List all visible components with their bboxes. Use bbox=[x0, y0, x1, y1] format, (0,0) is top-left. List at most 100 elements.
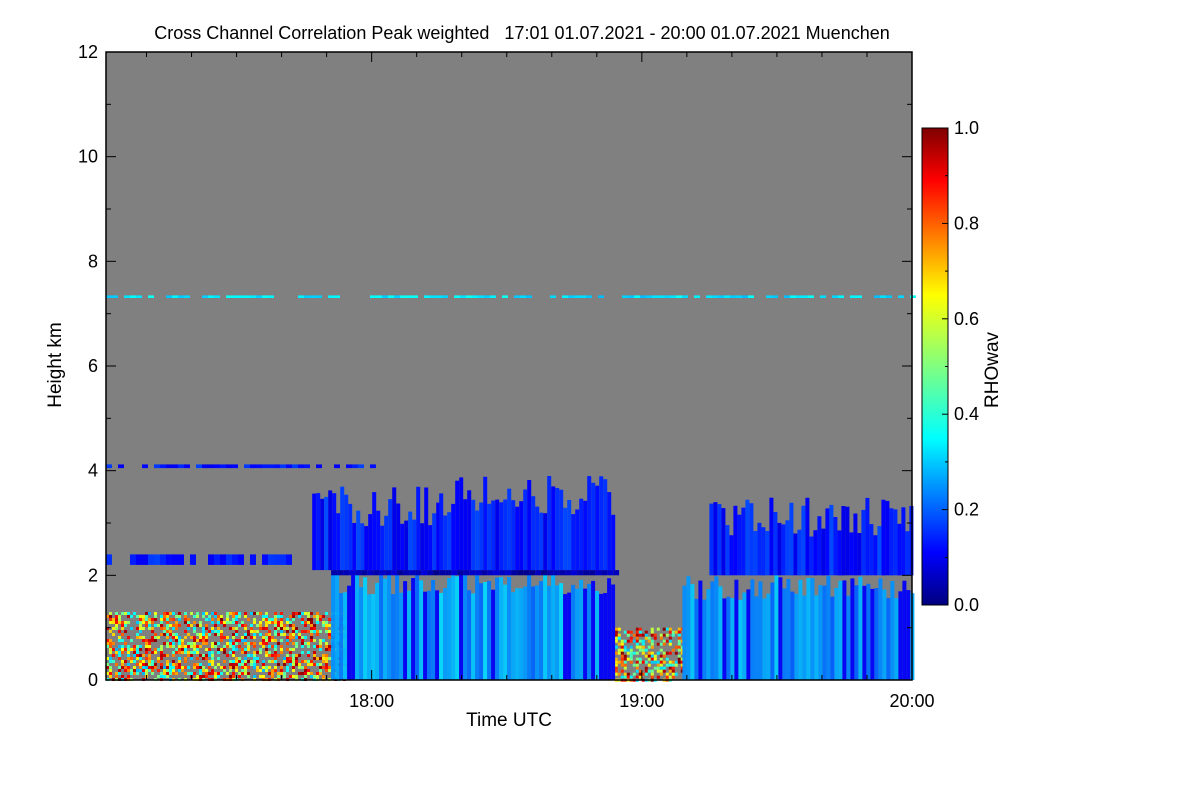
precip-streak bbox=[734, 579, 739, 680]
precip-streak bbox=[754, 596, 759, 680]
noise-pixel bbox=[205, 627, 208, 630]
layer-pixel bbox=[391, 570, 398, 576]
noise-pixel bbox=[253, 612, 256, 615]
noise-pixel bbox=[202, 633, 205, 636]
noise-pixel bbox=[647, 639, 651, 643]
x-tick-label: 18:00 bbox=[349, 691, 394, 711]
cloud-column bbox=[777, 522, 782, 576]
noise-pixel bbox=[208, 648, 211, 651]
noise-pixel bbox=[659, 654, 663, 658]
layer-pixel bbox=[349, 570, 356, 576]
noise-pixel bbox=[136, 672, 139, 675]
layer-pixel bbox=[562, 295, 568, 298]
noise-pixel bbox=[635, 663, 639, 667]
noise-pixel bbox=[154, 663, 157, 666]
noise-pixel bbox=[232, 621, 235, 624]
noise-pixel bbox=[289, 657, 292, 660]
noise-pixel bbox=[277, 633, 280, 636]
layer-pixel bbox=[388, 295, 394, 298]
layer-pixel bbox=[736, 295, 742, 298]
noise-pixel bbox=[623, 639, 627, 643]
noise-pixel bbox=[253, 663, 256, 666]
noise-pixel bbox=[226, 636, 229, 639]
noise-pixel bbox=[250, 654, 253, 657]
noise-pixel bbox=[142, 666, 145, 669]
noise-pixel bbox=[109, 645, 112, 648]
noise-pixel bbox=[268, 639, 271, 642]
cloud-column bbox=[352, 523, 357, 571]
noise-pixel bbox=[199, 645, 202, 648]
noise-pixel bbox=[124, 612, 127, 615]
noise-pixel bbox=[280, 615, 283, 618]
noise-pixel bbox=[301, 621, 304, 624]
noise-pixel bbox=[169, 642, 172, 645]
noise-pixel bbox=[328, 657, 331, 660]
noise-pixel bbox=[322, 666, 325, 669]
noise-pixel bbox=[235, 633, 238, 636]
noise-pixel bbox=[253, 657, 256, 660]
noise-pixel bbox=[653, 636, 657, 640]
noise-pixel bbox=[674, 672, 678, 676]
precip-streak bbox=[726, 596, 731, 680]
noise-pixel bbox=[262, 660, 265, 663]
noise-pixel bbox=[148, 645, 151, 648]
noise-pixel bbox=[142, 636, 145, 639]
layer-pixel bbox=[682, 295, 688, 298]
noise-pixel bbox=[232, 663, 235, 666]
cloud-column bbox=[451, 503, 456, 571]
noise-pixel bbox=[196, 648, 199, 651]
noise-pixel bbox=[671, 648, 675, 652]
noise-pixel bbox=[232, 648, 235, 651]
layer-pixel bbox=[328, 295, 334, 298]
noise-pixel bbox=[217, 627, 220, 630]
noise-pixel bbox=[121, 627, 124, 630]
noise-pixel bbox=[139, 618, 142, 621]
noise-pixel bbox=[307, 663, 310, 666]
layer-pixel bbox=[607, 570, 614, 576]
precip-streak bbox=[471, 593, 476, 680]
noise-pixel bbox=[241, 666, 244, 669]
noise-pixel bbox=[292, 660, 295, 663]
noise-pixel bbox=[127, 648, 130, 651]
noise-pixel bbox=[259, 651, 262, 654]
noise-pixel bbox=[193, 636, 196, 639]
precip-streak bbox=[874, 588, 879, 680]
cloud-column bbox=[388, 499, 393, 571]
layer-pixel bbox=[514, 295, 520, 298]
noise-pixel bbox=[259, 642, 262, 645]
noise-pixel bbox=[205, 624, 208, 627]
layer-pixel bbox=[466, 295, 472, 298]
noise-pixel bbox=[202, 630, 205, 633]
cloud-column bbox=[733, 505, 738, 576]
noise-pixel bbox=[620, 675, 624, 679]
precip-streak bbox=[535, 585, 540, 680]
layer-pixel bbox=[658, 295, 664, 298]
noise-pixel bbox=[148, 648, 151, 651]
precip-streak bbox=[714, 576, 719, 680]
noise-pixel bbox=[184, 636, 187, 639]
cloud-column bbox=[567, 500, 572, 571]
noise-pixel bbox=[163, 642, 166, 645]
noise-pixel bbox=[238, 663, 241, 666]
cloud-column bbox=[420, 523, 425, 571]
noise-pixel bbox=[635, 666, 639, 670]
layer-pixel bbox=[196, 464, 202, 469]
noise-pixel bbox=[313, 663, 316, 666]
noise-pixel bbox=[316, 645, 319, 648]
noise-pixel bbox=[169, 669, 172, 672]
noise-pixel bbox=[112, 642, 115, 645]
noise-pixel bbox=[214, 615, 217, 618]
precip-streak bbox=[383, 578, 388, 680]
noise-pixel bbox=[623, 660, 627, 664]
noise-pixel bbox=[325, 666, 328, 669]
precip-streak bbox=[758, 581, 763, 680]
noise-pixel bbox=[295, 654, 298, 657]
noise-pixel bbox=[614, 651, 618, 655]
colorbar-tick-label: 0.2 bbox=[954, 500, 979, 520]
noise-pixel bbox=[178, 669, 181, 672]
noise-pixel bbox=[298, 633, 301, 636]
noise-pixel bbox=[262, 675, 265, 678]
noise-pixel bbox=[644, 669, 648, 673]
noise-pixel bbox=[118, 654, 121, 657]
cloud-column bbox=[328, 490, 333, 571]
